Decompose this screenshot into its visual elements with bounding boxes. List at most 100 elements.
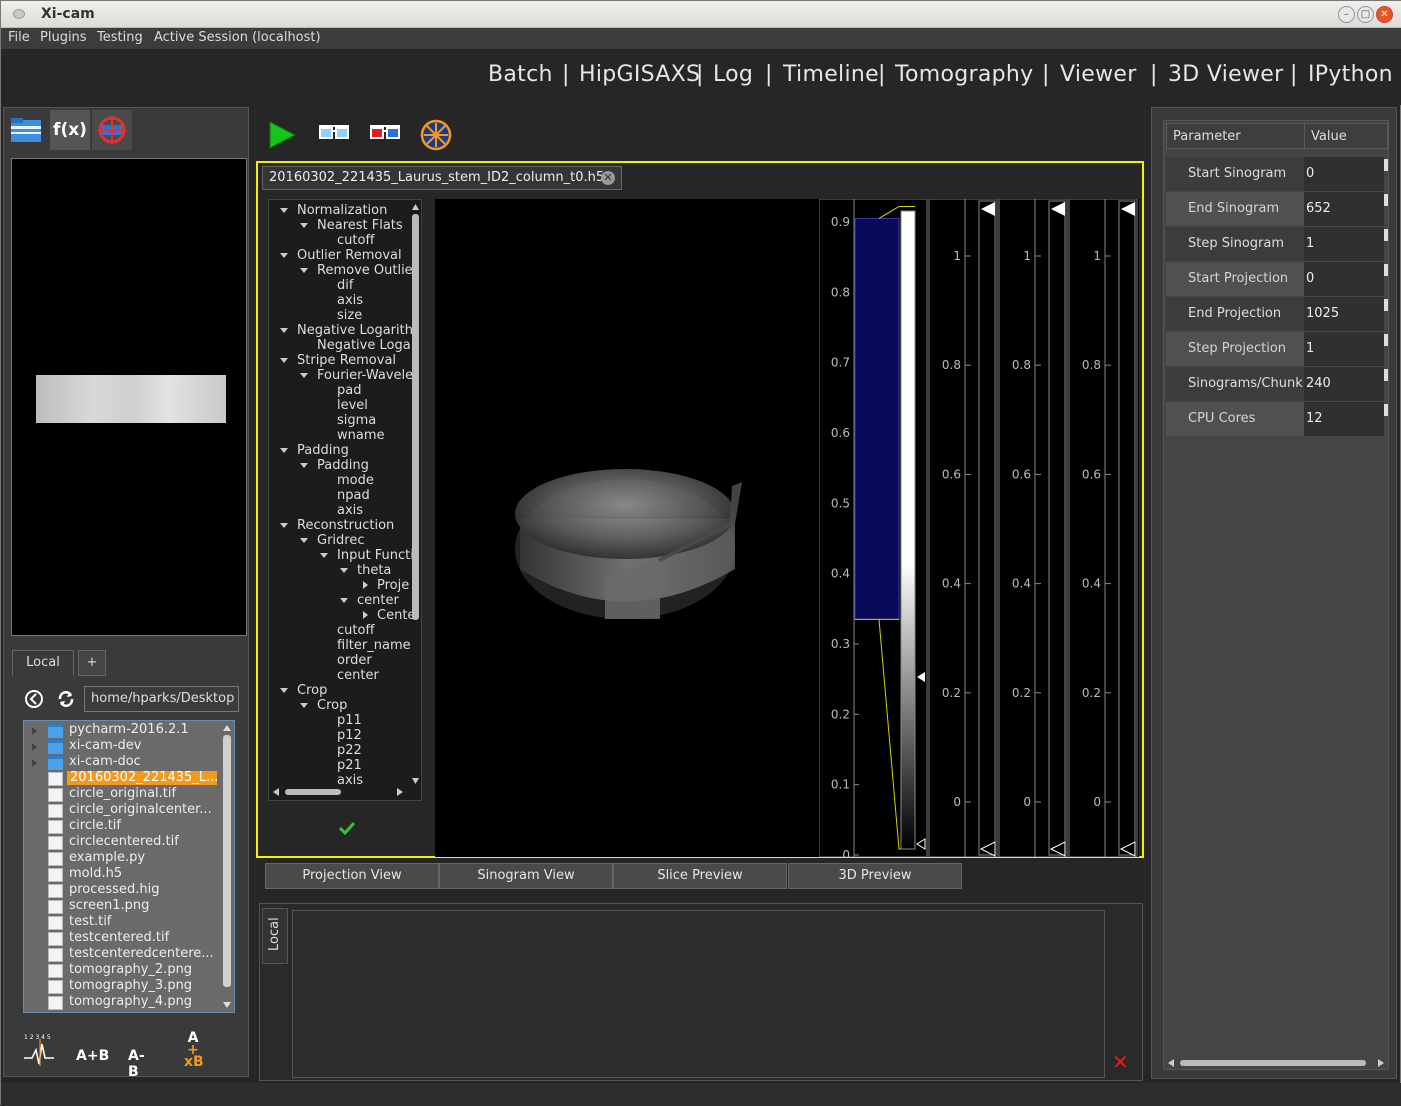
- folder-tab-button[interactable]: [6, 110, 46, 150]
- pipeline-node[interactable]: npad: [337, 488, 370, 503]
- parameter-value[interactable]: 1: [1304, 332, 1388, 366]
- center-detection-button[interactable]: [419, 118, 453, 156]
- scale-add-images-button[interactable]: A + xB: [184, 1031, 204, 1069]
- channel-gradient-bar[interactable]: [1118, 200, 1136, 856]
- menu-file[interactable]: File: [8, 30, 30, 45]
- pipeline-node[interactable]: axis: [337, 293, 363, 308]
- subtract-images-button[interactable]: A-B: [128, 1048, 145, 1080]
- spinbox-arrows-icon[interactable]: [1384, 334, 1388, 346]
- pipeline-node[interactable]: Padding: [317, 458, 369, 473]
- tab-sinogram-view[interactable]: Sinogram View: [439, 863, 613, 889]
- collapse-arrow-icon[interactable]: [280, 523, 288, 528]
- file-list-item[interactable]: xi-cam-dev: [24, 739, 220, 755]
- pipeline-node[interactable]: p22: [337, 743, 362, 758]
- collapse-arrow-icon[interactable]: [280, 328, 288, 333]
- expand-arrow-icon[interactable]: [32, 743, 37, 751]
- file-list-item[interactable]: testcenteredcentere...: [24, 947, 220, 963]
- collapse-arrow-icon[interactable]: [300, 223, 308, 228]
- pipeline-node[interactable]: order: [337, 653, 372, 668]
- pipeline-node[interactable]: Negative Logarith: [297, 323, 413, 338]
- close-tab-icon[interactable]: ✕: [601, 171, 615, 185]
- pipeline-node[interactable]: Crop: [317, 698, 347, 713]
- pipeline-node[interactable]: filter_name: [337, 638, 411, 653]
- menu-testing[interactable]: Testing: [97, 30, 143, 45]
- lut-region[interactable]: [854, 217, 900, 620]
- parameter-value[interactable]: 1: [1304, 227, 1388, 261]
- parameter-table-scrollbar[interactable]: [1166, 1057, 1388, 1069]
- spinbox-arrows-icon[interactable]: [1384, 264, 1388, 276]
- function-tab-button[interactable]: f(x): [50, 110, 90, 150]
- parameter-value[interactable]: 652: [1304, 192, 1388, 226]
- pipeline-node[interactable]: Padding: [297, 443, 349, 458]
- file-list-item[interactable]: mold.h5: [24, 867, 220, 883]
- nav-3d-viewer[interactable]: 3D Viewer: [1168, 62, 1283, 87]
- path-field[interactable]: home/hparks/Desktop: [84, 686, 239, 712]
- file-list-item[interactable]: circlecentered.tif: [24, 835, 220, 851]
- add-images-button[interactable]: A+B: [76, 1048, 109, 1064]
- collapse-arrow-icon[interactable]: [300, 373, 308, 378]
- menu-plugins[interactable]: Plugins: [40, 30, 87, 45]
- file-list[interactable]: pycharm-2016.2.1 xi-cam-dev xi-cam-doc 2016…: [23, 720, 235, 1013]
- nav-ipython[interactable]: IPython: [1308, 62, 1393, 87]
- spinbox-arrows-icon[interactable]: [1384, 159, 1388, 171]
- collapse-arrow-icon[interactable]: [340, 568, 348, 573]
- expand-arrow-icon[interactable]: [363, 611, 368, 619]
- tab-local-console[interactable]: Local: [262, 908, 288, 964]
- collapse-arrow-icon[interactable]: [340, 598, 348, 603]
- collapse-arrow-icon[interactable]: [300, 463, 308, 468]
- pipeline-node[interactable]: level: [337, 398, 368, 413]
- 3d-preview-button[interactable]: [369, 123, 401, 147]
- pipeline-node[interactable]: pad: [337, 383, 361, 398]
- pipeline-node[interactable]: Fourier-Wavelet: [317, 368, 418, 383]
- file-list-item[interactable]: circle_originalcenter...: [24, 803, 220, 819]
- tab-projection-view[interactable]: Projection View: [265, 863, 439, 889]
- parameter-value[interactable]: 0: [1304, 157, 1388, 191]
- nav-batch[interactable]: Batch: [488, 62, 553, 87]
- tab-local[interactable]: Local: [12, 650, 74, 676]
- nav-timeline[interactable]: Timeline: [783, 62, 879, 87]
- back-button[interactable]: [24, 689, 44, 713]
- console-output[interactable]: [292, 910, 1105, 1078]
- pipeline-node[interactable]: mode: [337, 473, 374, 488]
- close-button[interactable]: ✕: [1376, 6, 1393, 23]
- channel-gradient-bar[interactable]: [978, 200, 996, 856]
- parameter-value[interactable]: 240: [1304, 367, 1388, 401]
- add-tab-button[interactable]: +: [78, 650, 106, 676]
- pipeline-node[interactable]: sigma: [337, 413, 376, 428]
- spinbox-arrows-icon[interactable]: [1384, 369, 1388, 381]
- file-list-item[interactable]: circle_original.tif: [24, 787, 220, 803]
- run-button[interactable]: [267, 119, 297, 153]
- gradient-bar[interactable]: [900, 210, 916, 850]
- expand-arrow-icon[interactable]: [363, 581, 368, 589]
- file-list-item[interactable]: 20160302_221435_L...: [24, 771, 220, 787]
- histogram-panel[interactable]: 0.9 0.8 0.7 0.6 0.5 0.4 0.3 0.2 0.1 0 1 0.8 0.6 0.4 0.…: [818, 198, 1139, 862]
- file-list-item[interactable]: example.py: [24, 851, 220, 867]
- nav-log[interactable]: Log: [713, 62, 753, 87]
- pipeline-node[interactable]: Outlier Removal: [297, 248, 402, 263]
- file-list-item[interactable]: tomography_2.png: [24, 963, 220, 979]
- file-list-item[interactable]: tomography_4.png: [24, 995, 220, 1011]
- file-list-item[interactable]: test.tif: [24, 915, 220, 931]
- refresh-button[interactable]: [56, 689, 76, 713]
- pipeline-node[interactable]: Input Functi: [337, 548, 414, 563]
- spinbox-arrows-icon[interactable]: [1384, 299, 1388, 311]
- pipeline-node[interactable]: p21: [337, 758, 362, 773]
- tab-slice-preview[interactable]: Slice Preview: [613, 863, 787, 889]
- file-list-item[interactable]: pycharm-2016.2.1: [24, 723, 220, 739]
- tree-vertical-scrollbar[interactable]: [411, 202, 420, 786]
- clear-console-button[interactable]: ✕: [1112, 1050, 1129, 1074]
- pipeline-node[interactable]: p11: [337, 713, 362, 728]
- pipeline-node[interactable]: Crop: [297, 683, 327, 698]
- peak-tool-button[interactable]: 1 2 3 4 5: [22, 1034, 56, 1070]
- 3d-viewer[interactable]: [435, 199, 819, 857]
- pipeline-node[interactable]: Remove Outlie: [317, 263, 413, 278]
- pipeline-node[interactable]: cutoff: [337, 233, 374, 248]
- collapse-arrow-icon[interactable]: [300, 268, 308, 273]
- file-list-scrollbar[interactable]: [222, 723, 232, 1010]
- pipeline-node[interactable]: dif: [337, 278, 353, 293]
- collapse-arrow-icon[interactable]: [280, 688, 288, 693]
- target-tab-button[interactable]: [92, 110, 132, 150]
- expand-arrow-icon[interactable]: [32, 759, 37, 767]
- collapse-arrow-icon[interactable]: [300, 703, 308, 708]
- collapse-arrow-icon[interactable]: [280, 208, 288, 213]
